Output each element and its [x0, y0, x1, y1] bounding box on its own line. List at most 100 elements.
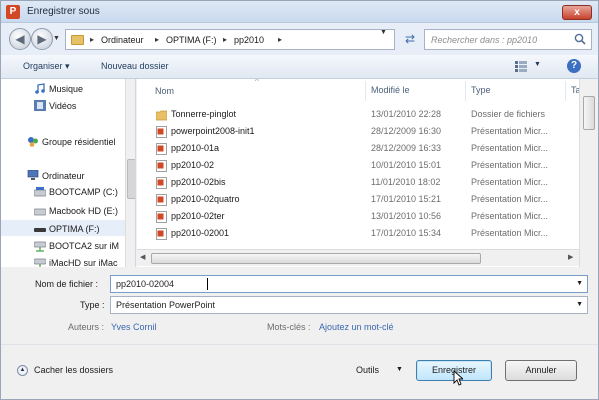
file-row[interactable]: powerpoint2008-init1 28/12/2009 16:30 Pr…: [137, 123, 577, 140]
tools-label: Outils: [356, 365, 380, 375]
file-name: pp2010-02quatro: [171, 194, 240, 204]
tools-menu[interactable]: Outils ▼: [356, 365, 403, 375]
horizontal-scroll-thumb[interactable]: [151, 253, 481, 264]
search-input[interactable]: Rechercher dans : pp2010: [424, 29, 592, 50]
filename-input[interactable]: pp2010-02004 ▼: [110, 275, 588, 293]
search-icon[interactable]: [574, 33, 586, 45]
help-icon[interactable]: ?: [567, 59, 581, 73]
drive-icon: [34, 228, 46, 232]
file-date: 13/01/2010 10:56: [371, 211, 442, 221]
sidebar-item-musique[interactable]: Musique: [49, 84, 83, 94]
file-row[interactable]: pp2010-01a 28/12/2009 16:33 Présentation…: [137, 140, 577, 157]
file-type: Présentation Micr...: [471, 126, 549, 136]
pptx-file-icon: [156, 126, 167, 138]
sidebar-item-optima[interactable]: OPTIMA (F:): [49, 224, 100, 234]
pptx-file-icon: [156, 211, 167, 223]
recent-pages-dropdown[interactable]: ▼: [53, 35, 60, 42]
file-name: pp2010-01a: [171, 143, 220, 153]
file-date: 17/01/2010 15:21: [371, 194, 442, 204]
file-type: Présentation Micr...: [471, 177, 549, 187]
sidebar-item-bootcamp[interactable]: BOOTCAMP (C:): [49, 187, 118, 197]
column-divider[interactable]: [365, 81, 366, 101]
sidebar-scrollbar[interactable]: [125, 79, 135, 267]
breadcrumb-optima[interactable]: OPTIMA (F:): [166, 35, 217, 45]
mouse-cursor-icon: [453, 370, 463, 386]
drive-icon: [34, 208, 46, 216]
view-options-icon[interactable]: [515, 61, 527, 72]
back-arrow-icon[interactable]: ◀: [9, 28, 31, 50]
file-list-scrollbar[interactable]: [579, 79, 598, 267]
drive-icon: [34, 187, 46, 197]
file-list-scroll-thumb[interactable]: [583, 96, 595, 130]
pptx-file-icon: [156, 177, 167, 189]
file-name: pp2010-02001: [171, 228, 230, 238]
breadcrumb-separator[interactable]: ▸: [155, 35, 159, 44]
keywords-value[interactable]: Ajoutez un mot-clé: [319, 322, 394, 332]
sidebar-item-videos[interactable]: Vidéos: [49, 101, 76, 111]
sidebar-item-groupe-residentiel[interactable]: Groupe résidentiel: [42, 137, 116, 147]
scroll-right-icon[interactable]: ▶: [568, 253, 573, 261]
keywords-label: Mots-clés :: [267, 322, 311, 332]
type-value: Présentation PowerPoint: [116, 300, 216, 310]
file-name: pp2010-02bis: [171, 177, 226, 187]
file-date: 17/01/2010 15:34: [371, 228, 442, 238]
column-header-modified[interactable]: Modifié le: [371, 85, 410, 95]
sidebar-item-macbook-hd[interactable]: Macbook HD (E:): [49, 206, 118, 216]
pptx-file-icon: [156, 228, 167, 240]
file-row[interactable]: pp2010-02bis 11/01/2010 18:02 Présentati…: [137, 174, 577, 191]
authors-label: Auteurs :: [68, 322, 105, 332]
cancel-button[interactable]: Annuler: [505, 360, 577, 381]
column-divider[interactable]: [565, 81, 566, 101]
file-type: Présentation Micr...: [471, 160, 549, 170]
breadcrumb-separator[interactable]: ▸: [278, 35, 282, 44]
refresh-icon[interactable]: ⇄: [400, 29, 420, 50]
address-dropdown-icon[interactable]: ▼: [380, 29, 387, 36]
file-date: 13/01/2010 22:28: [371, 109, 442, 119]
sidebar-scroll-thumb[interactable]: [127, 159, 135, 199]
column-header-type[interactable]: Type: [471, 85, 491, 95]
navigation-bar: ◀ ▶ ▼ ▸ Ordinateur ▸ OPTIMA (F:) ▸ pp201…: [1, 23, 598, 55]
scroll-left-icon[interactable]: ◀: [140, 253, 145, 261]
breadcrumb-separator[interactable]: ▸: [90, 35, 94, 44]
sidebar-item-ordinateur[interactable]: Ordinateur: [42, 171, 85, 181]
close-button[interactable]: x: [562, 5, 592, 20]
breadcrumb-ordinateur[interactable]: Ordinateur: [101, 35, 144, 45]
new-folder-button[interactable]: Nouveau dossier: [101, 61, 169, 71]
horizontal-scrollbar[interactable]: ◀ ▶: [137, 249, 579, 266]
file-type: Dossier de fichiers: [471, 109, 546, 119]
file-row[interactable]: pp2010-02001 17/01/2010 15:34 Présentati…: [137, 225, 577, 242]
type-dropdown-icon[interactable]: ▼: [576, 301, 583, 308]
title-bar: P Enregistrer sous x: [1, 1, 598, 23]
file-date: 10/01/2010 15:01: [371, 160, 442, 170]
file-row[interactable]: pp2010-02ter 13/01/2010 10:56 Présentati…: [137, 208, 577, 225]
authors-value[interactable]: Yves Cornil: [111, 322, 157, 332]
file-row[interactable]: Tonnerre-pinglot 13/01/2010 22:28 Dossie…: [137, 106, 577, 123]
type-label: Type :: [80, 300, 105, 310]
file-list: Nom ^ Modifié le Type Ta Tonnerre-pinglo…: [137, 79, 598, 267]
network-drive-icon: [34, 241, 46, 252]
folder-icon: [156, 110, 167, 121]
text-caret: [207, 278, 208, 290]
file-date: 28/12/2009 16:30: [371, 126, 442, 136]
column-divider[interactable]: [465, 81, 466, 101]
address-bar[interactable]: ▸ Ordinateur ▸ OPTIMA (F:) ▸ pp2010 ▸: [65, 29, 395, 50]
type-select[interactable]: Présentation PowerPoint ▼: [110, 296, 588, 314]
breadcrumb-separator[interactable]: ▸: [223, 35, 227, 44]
filename-label: Nom de fichier :: [35, 279, 99, 289]
divider: [1, 344, 598, 345]
sidebar-item-bootca2[interactable]: BOOTCA2 sur iM: [49, 241, 119, 251]
sidebar-item-imachd[interactable]: iMacHD sur iMac: [49, 258, 118, 267]
file-date: 11/01/2010 18:02: [371, 177, 441, 187]
file-type: Présentation Micr...: [471, 194, 549, 204]
breadcrumb-pp2010[interactable]: pp2010: [234, 35, 264, 45]
save-as-dialog: P Enregistrer sous x ◀ ▶ ▼ ▸ Ordinateur …: [0, 0, 599, 400]
file-type: Présentation Micr...: [471, 143, 549, 153]
organize-menu[interactable]: Organiser ▾: [23, 61, 70, 72]
file-row[interactable]: pp2010-02quatro 17/01/2010 15:21 Présent…: [137, 191, 577, 208]
filename-dropdown-icon[interactable]: ▼: [576, 280, 583, 287]
file-row[interactable]: pp2010-02 10/01/2010 15:01 Présentation …: [137, 157, 577, 174]
forward-arrow-icon[interactable]: ▶: [31, 28, 53, 50]
view-dropdown-icon[interactable]: ▼: [534, 61, 541, 68]
column-header-name[interactable]: Nom: [155, 86, 174, 96]
filename-value: pp2010-02004: [116, 279, 175, 289]
